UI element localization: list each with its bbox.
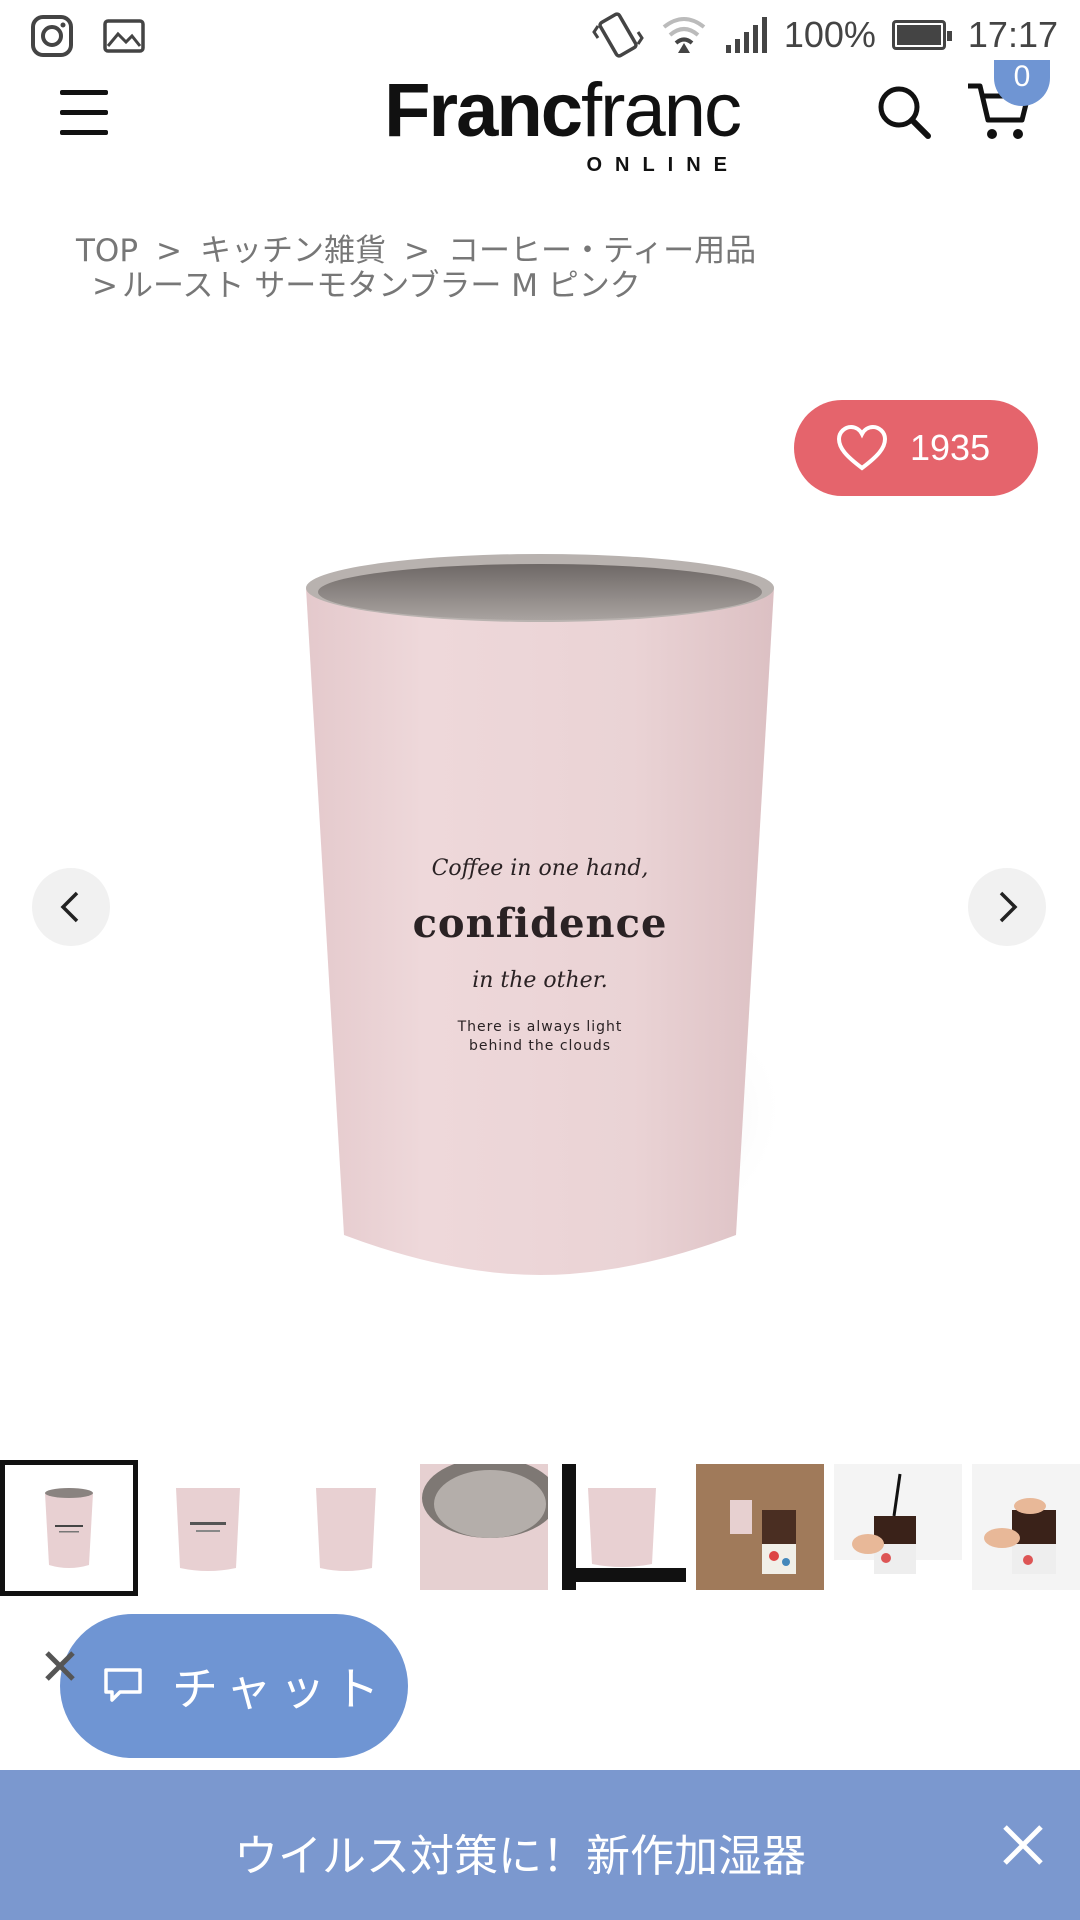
chat-label: チャット [172,1662,388,1716]
logo-sub: ONLINE [586,154,740,176]
thumbnail-1[interactable] [0,1460,138,1596]
menu-button[interactable] [58,86,110,138]
product-image-carousel[interactable]: Coffee in one hand, confidence in the ot… [0,510,1080,1290]
heart-icon [836,424,888,471]
logo-thin: franc [581,68,742,153]
breadcrumb: TOP > キッチン雑貨 > コーヒー・ティー用品 > ルースト サーモタンブラー M ピ… [76,234,1016,304]
chevron-right-icon [999,891,1018,923]
tumbler-text-line5: behind the clouds [468,1038,612,1054]
instagram-icon [31,15,73,57]
breadcrumb-kitchen[interactable]: キッチン雑貨 [200,233,386,269]
logo[interactable]: Francfranc ONLINE [340,72,742,177]
thumbnail-2[interactable] [144,1464,272,1590]
favorite-count: 1935 [910,427,991,468]
chat-close-icon[interactable] [42,1648,78,1684]
chat-button[interactable]: チャット [60,1614,408,1758]
logo-bold: Franc [384,68,583,153]
status-bar: 100% 17:17 [0,0,1080,72]
menu-icon [60,90,108,95]
thumbnail-4[interactable] [420,1464,548,1590]
breadcrumb-coffee-tea[interactable]: コーヒー・ティー用品 [448,233,756,269]
product-photo: Coffee in one hand, confidence in the ot… [290,540,790,1280]
thumbnail-strip [0,1460,1080,1596]
tumbler-text-line3: in the other. [472,968,608,993]
clock: 17:17 [967,14,1058,55]
carousel-prev-button[interactable] [32,868,110,946]
battery-percent: 100% [783,14,876,55]
promo-banner[interactable]: ウイルス対策に！新作加湿器 [0,1770,1080,1920]
thumbnail-8[interactable] [972,1464,1080,1590]
breadcrumb-separator: > [92,268,118,304]
signal-icon [725,17,767,53]
wifi-icon [662,17,706,53]
banner-close-icon[interactable] [1000,1822,1046,1868]
tumbler-text-line2: confidence [412,900,668,947]
site-header: Francfranc ONLINE [0,72,1080,182]
promo-banner-text: ウイルス対策に！新作加湿器 [234,1831,806,1882]
thumbnail-7[interactable] [834,1464,962,1590]
breadcrumb-separator: > [404,233,430,269]
favorite-button[interactable]: 1935 [794,400,1038,496]
breadcrumb-separator: > [156,233,183,269]
tumbler-text-line1: Coffee in one hand, [431,856,649,881]
thumbnail-6[interactable] [696,1464,824,1590]
thumbnail-3[interactable] [282,1464,410,1590]
gallery-icon [103,19,145,53]
tumbler-text-line4: There is always light [457,1019,623,1035]
chat-bubble-icon [104,1668,142,1702]
chevron-left-icon [60,891,79,923]
breadcrumb-top[interactable]: TOP [76,233,138,269]
vibrate-icon [592,12,644,58]
thumbnail-5[interactable] [558,1464,686,1590]
breadcrumb-current: ルースト サーモタンブラー M ピンク [121,268,641,304]
search-icon[interactable] [874,82,934,142]
battery-icon [891,20,952,50]
carousel-next-button[interactable] [968,868,1046,946]
